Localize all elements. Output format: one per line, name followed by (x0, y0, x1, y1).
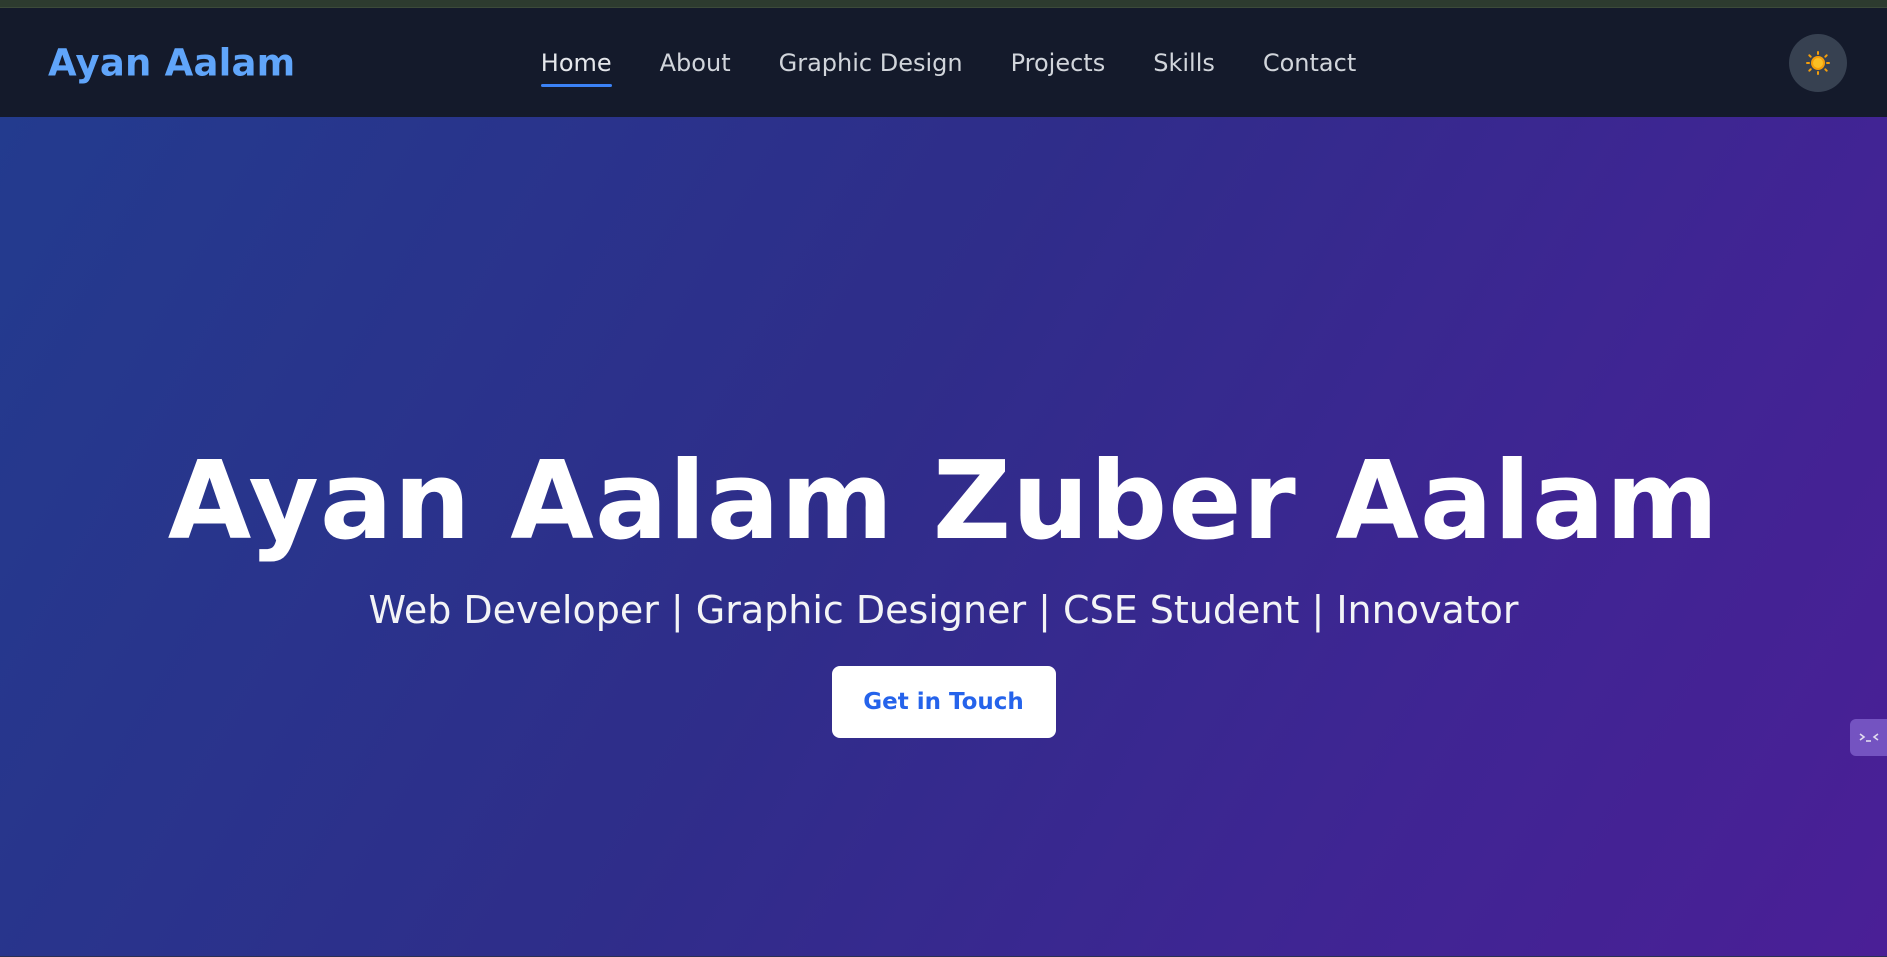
terminal-icon (1859, 732, 1878, 742)
hero-title: Ayan Aalam Zuber Aalam (167, 439, 1720, 564)
navbar: Ayan Aalam Home About Graphic Design Pro… (0, 8, 1887, 117)
sun-icon (1806, 50, 1830, 75)
side-widget-button[interactable] (1850, 719, 1887, 756)
browser-top-strip (0, 0, 1887, 8)
nav-item-projects[interactable]: Projects (1011, 43, 1106, 83)
hero-subtitle: Web Developer | Graphic Designer | CSE S… (368, 587, 1519, 632)
nav-item-graphic-design[interactable]: Graphic Design (779, 43, 963, 83)
nav-item-skills[interactable]: Skills (1153, 43, 1215, 83)
theme-toggle-button[interactable] (1789, 33, 1847, 92)
hero-section: Ayan Aalam Zuber Aalam Web Developer | G… (0, 117, 1887, 957)
nav-links: Home About Graphic Design Projects Skill… (0, 8, 1887, 117)
nav-item-contact[interactable]: Contact (1263, 43, 1356, 83)
nav-item-home[interactable]: Home (540, 43, 612, 87)
get-in-touch-button[interactable]: Get in Touch (831, 665, 1056, 738)
nav-item-about[interactable]: About (660, 43, 731, 83)
